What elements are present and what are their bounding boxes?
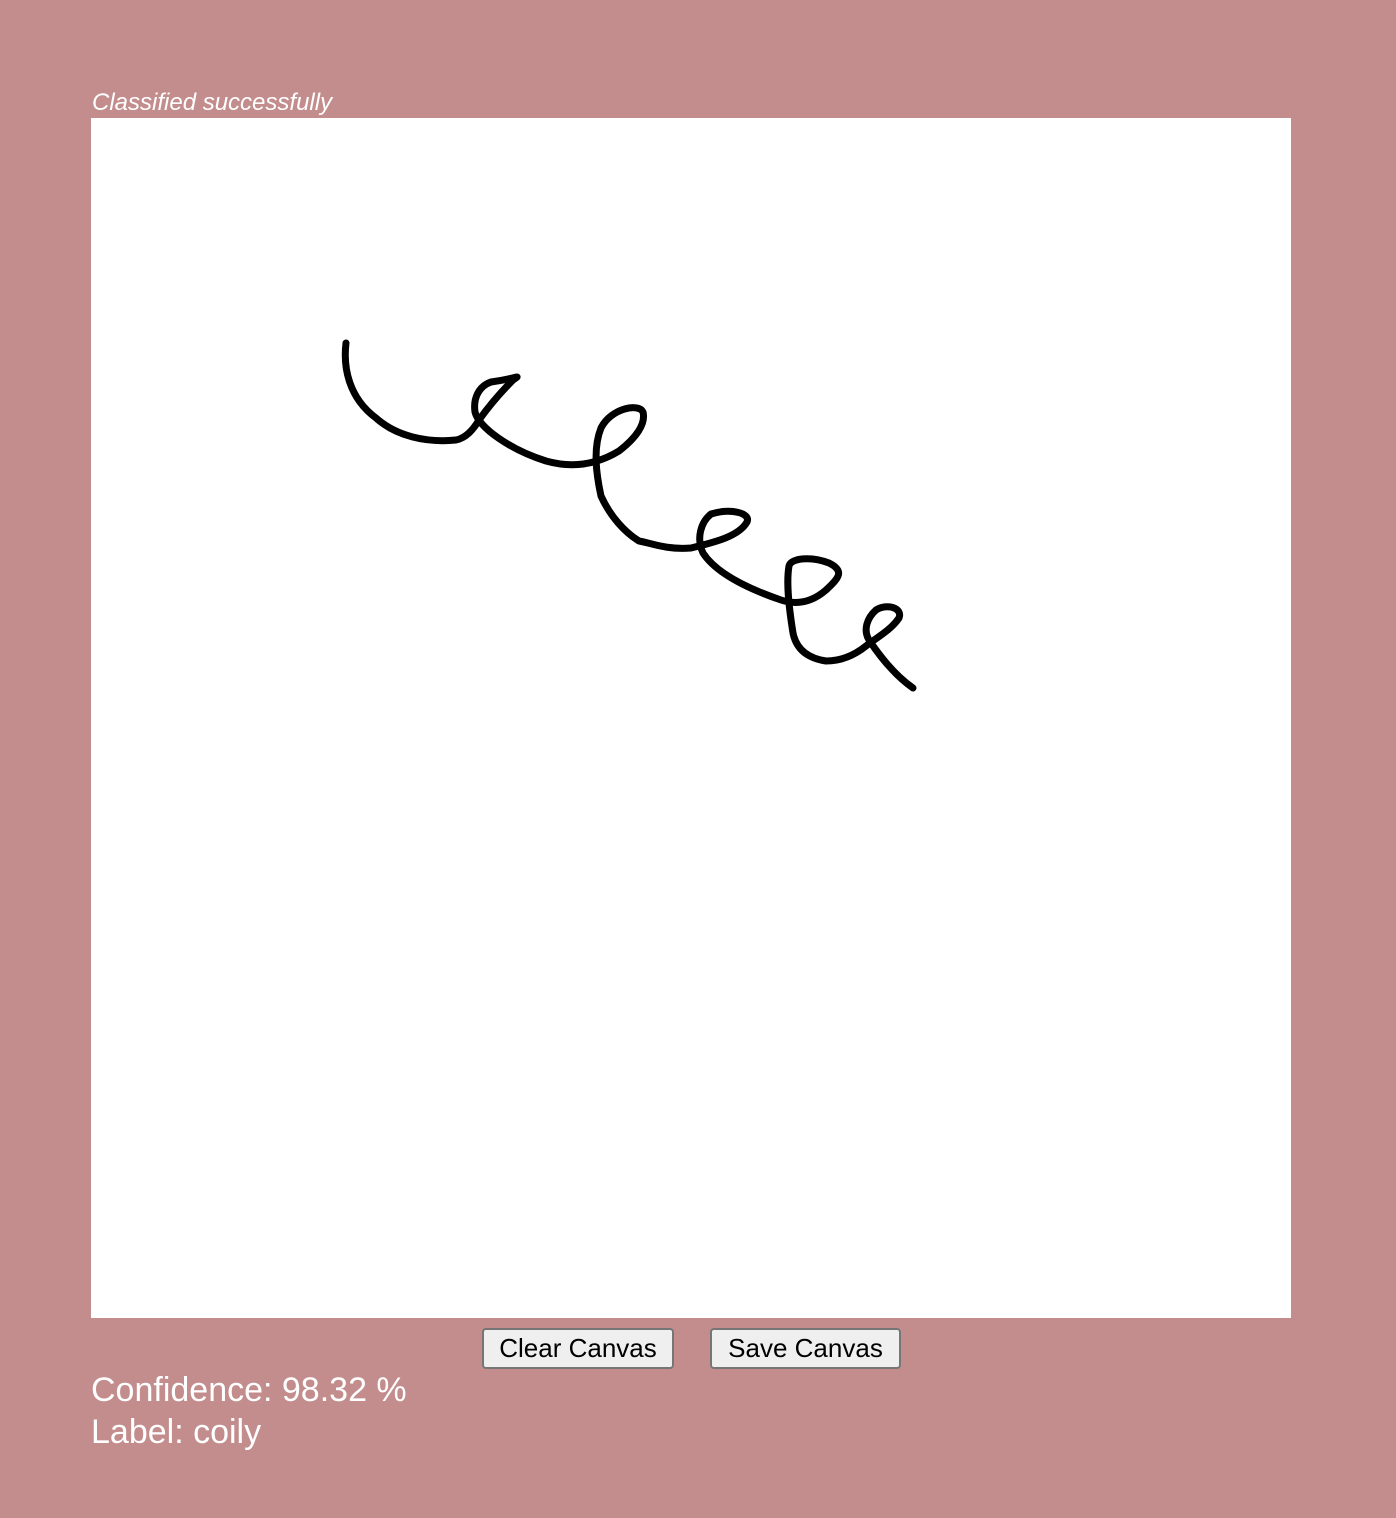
clear-canvas-button[interactable]: Clear Canvas bbox=[482, 1328, 674, 1369]
save-canvas-button[interactable]: Save Canvas bbox=[710, 1328, 901, 1369]
confidence-readout: Confidence: 98.32 % bbox=[91, 1371, 407, 1409]
status-message: Classified successfully bbox=[92, 89, 333, 116]
drawn-stroke bbox=[341, 339, 917, 692]
label-readout: Label: coily bbox=[91, 1413, 262, 1451]
drawing-canvas[interactable] bbox=[91, 118, 1291, 1318]
